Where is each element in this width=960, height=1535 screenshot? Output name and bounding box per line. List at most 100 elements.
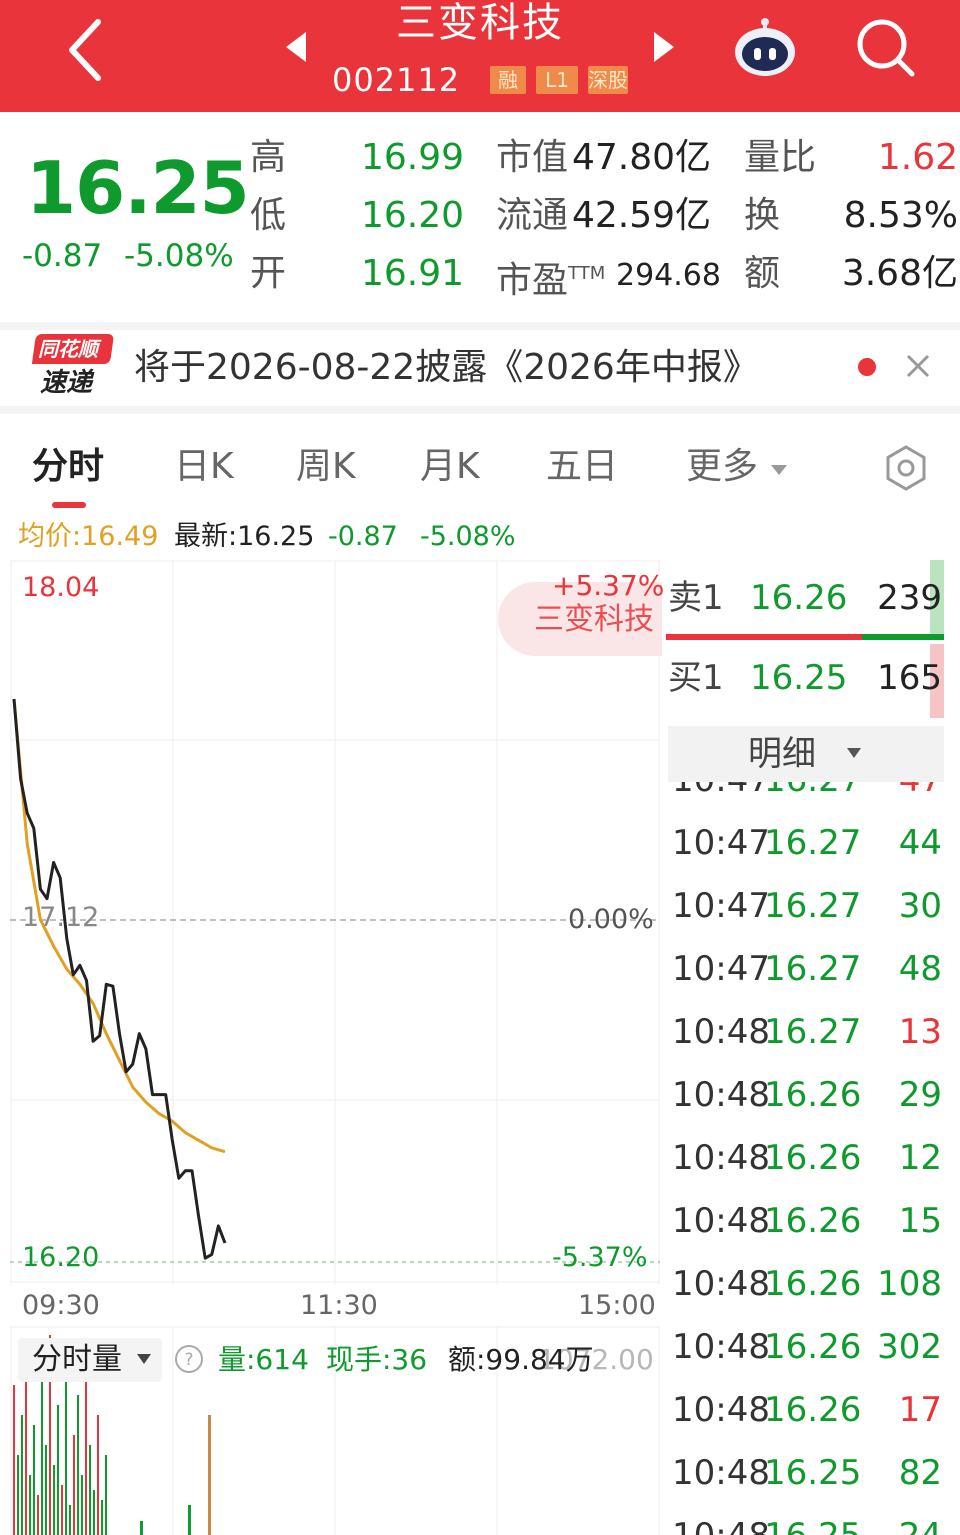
tick-price: 16.27 bbox=[764, 823, 862, 863]
volume-bar bbox=[105, 1455, 107, 1535]
tick-volume: 82 bbox=[898, 1453, 942, 1493]
caret-down-icon bbox=[847, 748, 861, 758]
volume-bar bbox=[57, 1405, 59, 1535]
tick-row: 10:48 16.26 17 bbox=[666, 1388, 960, 1451]
tick-row: 10:47 16.27 48 bbox=[666, 947, 960, 1010]
volume-indicator-label: 分时量 bbox=[32, 1342, 122, 1377]
next-stock-icon[interactable] bbox=[650, 30, 676, 64]
last-price: 16.25 bbox=[26, 146, 250, 230]
float-cap-value: 42.59亿 bbox=[572, 195, 712, 236]
volume-bar bbox=[65, 1375, 67, 1535]
pe-value: 294.68 bbox=[616, 258, 721, 293]
buy1-volume: 165 bbox=[877, 658, 942, 698]
time-axis-start: 09:30 bbox=[22, 1290, 100, 1321]
tick-time: 10:47 bbox=[672, 949, 770, 989]
tick-time: 10:48 bbox=[672, 1138, 770, 1178]
tick-time: 10:48 bbox=[672, 1075, 770, 1115]
tick-time: 10:48 bbox=[672, 1514, 770, 1535]
tick-row: 10:48 16.26 15 bbox=[666, 1199, 960, 1262]
latest-price-readout: 最新:16.25 bbox=[174, 521, 315, 552]
y-axis-min: 16.20 bbox=[22, 1242, 100, 1273]
tick-row: 10:48 16.26 108 bbox=[666, 1262, 960, 1325]
tick-price: 16.26 bbox=[764, 1390, 862, 1430]
tab-weekly-k[interactable]: 周K bbox=[296, 444, 356, 490]
tick-row: 10:48 16.25 82 bbox=[666, 1451, 960, 1514]
buy-strength-bar bbox=[666, 634, 862, 640]
chart-grid bbox=[10, 560, 660, 1285]
tick-price: 16.26 bbox=[764, 1201, 862, 1241]
settings-hexagon-icon[interactable] bbox=[882, 444, 930, 492]
tick-row: 10:47 16.27 30 bbox=[666, 884, 960, 947]
sell1-label: 卖1 bbox=[668, 578, 724, 618]
volume-bar bbox=[101, 1500, 103, 1535]
tick-volume: 29 bbox=[898, 1075, 942, 1115]
help-circle-icon[interactable]: ? bbox=[174, 1344, 204, 1374]
tick-volume: 48 bbox=[898, 949, 942, 989]
volume-bar bbox=[73, 1435, 75, 1535]
pe-label: 市盈TTM bbox=[496, 260, 606, 301]
search-icon[interactable] bbox=[852, 14, 918, 80]
pe-ttm-sup: TTM bbox=[568, 263, 606, 284]
tick-price: 16.27 bbox=[764, 949, 862, 989]
y-axis-max: 18.04 bbox=[22, 572, 100, 603]
volume-bar bbox=[89, 1445, 91, 1535]
shenzhen-connect-tag: 深股 bbox=[588, 66, 628, 94]
low-value: 16.20 bbox=[360, 195, 464, 236]
y-axis-mid: 17.12 bbox=[22, 902, 100, 933]
tab-daily-k[interactable]: 日K bbox=[174, 444, 234, 490]
stock-code: 002112 bbox=[332, 61, 461, 99]
tab-more-label: 更多 bbox=[686, 446, 759, 487]
volume-bar bbox=[61, 1485, 63, 1535]
tick-row: 10:4816.25 24 bbox=[666, 1514, 960, 1535]
tab-more[interactable]: 更多 bbox=[686, 444, 789, 490]
hand-readout: 现手:36 bbox=[326, 1343, 428, 1376]
tick-price: 16.26 bbox=[764, 1138, 862, 1178]
buy1-label: 买1 bbox=[668, 658, 724, 698]
float-cap-label: 流通 bbox=[496, 195, 569, 236]
volume-bar bbox=[45, 1445, 47, 1535]
tick-row: 10:48 16.26 302 bbox=[666, 1325, 960, 1388]
volume-ratio-label: 量比 bbox=[744, 137, 817, 178]
tick-time: 10:48 bbox=[672, 1327, 770, 1367]
tick-time: 10:48 bbox=[672, 1201, 770, 1241]
tab-monthly-k[interactable]: 月K bbox=[420, 444, 480, 490]
tick-volume: 15 bbox=[898, 1201, 942, 1241]
open-label: 开 bbox=[250, 253, 287, 294]
compare-stock-name: 三变科技 bbox=[534, 602, 654, 637]
avg-price-readout: 均价:16.49 bbox=[18, 521, 159, 552]
prev-stock-icon[interactable] bbox=[284, 30, 310, 64]
caret-down-icon bbox=[771, 465, 788, 475]
notice-text[interactable]: 将于2026-08-22披露《2026年中报》 bbox=[134, 346, 759, 390]
pct-axis-min: -5.37% bbox=[552, 1242, 648, 1273]
back-chevron-icon[interactable] bbox=[58, 14, 114, 84]
change-pct-readout: -5.08% bbox=[420, 521, 516, 552]
tab-five-day[interactable]: 五日 bbox=[546, 444, 618, 490]
unread-dot bbox=[858, 358, 876, 376]
tick-row: 10:48 16.26 12 bbox=[666, 1136, 960, 1199]
margin-tag: 融 bbox=[490, 66, 526, 94]
tick-volume: 17 bbox=[898, 1390, 942, 1430]
trade-detail-label: 明细 bbox=[748, 734, 816, 774]
tab-intraday[interactable]: 分时 bbox=[32, 444, 104, 490]
sell1-volume: 239 bbox=[877, 578, 942, 618]
turnover-label: 换 bbox=[744, 195, 781, 236]
close-icon[interactable] bbox=[900, 348, 936, 384]
tick-time: 10:48 bbox=[672, 1264, 770, 1304]
volume-readout: 量:614 bbox=[218, 1343, 309, 1376]
trade-tick-list[interactable]: 10:4716.274710:4716.274410:4716.273010:4… bbox=[666, 782, 960, 1535]
pct-axis-mid: 0.00% bbox=[568, 904, 654, 935]
robot-assistant-icon[interactable] bbox=[730, 14, 800, 84]
volume-bar bbox=[85, 1355, 87, 1535]
volume-bar bbox=[53, 1465, 55, 1535]
tick-price: 16.26 bbox=[764, 1327, 862, 1367]
tick-volume: 44 bbox=[898, 823, 942, 863]
volume-bar bbox=[97, 1415, 99, 1535]
volume-bar bbox=[41, 1365, 43, 1535]
price-change-pct: -5.08% bbox=[124, 238, 234, 274]
volume-bar bbox=[13, 1385, 15, 1535]
intraday-chart[interactable] bbox=[10, 560, 660, 1285]
tick-time: 10:47 bbox=[672, 886, 770, 926]
turnover-value: 8.53% bbox=[843, 195, 958, 236]
tick-row: 10:4716.27 47 bbox=[666, 782, 960, 821]
volume-bar bbox=[93, 1490, 95, 1535]
